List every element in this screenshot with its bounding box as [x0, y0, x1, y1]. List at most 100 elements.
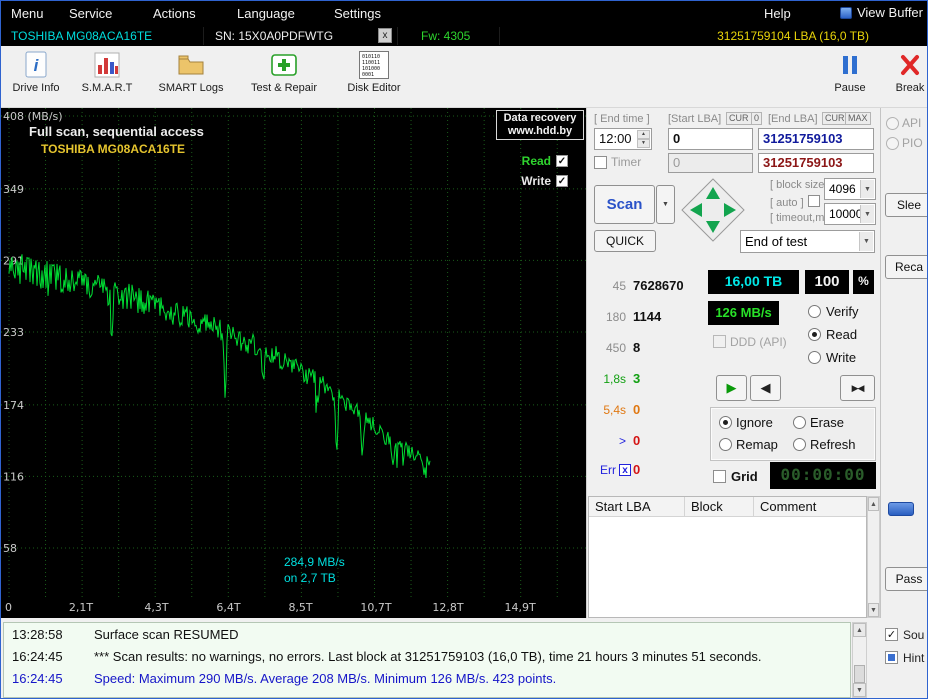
quick-button[interactable]: QUICK: [594, 230, 656, 252]
write-radio[interactable]: [808, 351, 821, 364]
start-lba-input[interactable]: 0: [668, 128, 753, 150]
pass-button[interactable]: Pass: [885, 567, 928, 591]
scan-button[interactable]: Scan: [594, 185, 655, 224]
menu-item-menu[interactable]: Menu: [11, 6, 44, 21]
hint-checkbox[interactable]: [885, 651, 898, 664]
end-lba-input[interactable]: 31251759103: [758, 128, 874, 150]
device-capacity: 31251759104 LBA (16,0 TB): [717, 29, 869, 43]
read-checkbox[interactable]: ✓: [556, 155, 568, 167]
menu-item-help[interactable]: Help: [764, 6, 791, 21]
disk-editor-button[interactable]: 010110 110011 101000 0001 Disk Editor: [339, 50, 409, 94]
remap-label: Remap: [736, 437, 778, 452]
end-lba-cur-button[interactable]: CUR: [822, 112, 848, 125]
chevron-down-icon[interactable]: ▼: [860, 205, 874, 223]
stat-label-err: Err: [589, 463, 616, 477]
chevron-down-icon[interactable]: ▼: [859, 232, 873, 251]
refresh-radio[interactable]: [793, 438, 806, 451]
timeout-value: 10000: [829, 207, 862, 221]
table-scrollbar[interactable]: ▲ ▼: [867, 496, 880, 618]
start-scan-button[interactable]: ▶: [716, 375, 747, 401]
pause-button[interactable]: Pause: [823, 50, 877, 94]
check-icon: ✓: [558, 156, 566, 167]
scroll-up-icon[interactable]: ▲: [853, 623, 866, 637]
log-panel[interactable]: 13:28:58 Surface scan RESUMED 16:24:45 *…: [3, 622, 851, 698]
column-header-start-lba[interactable]: Start LBA: [589, 497, 685, 517]
sleep-button[interactable]: Slee: [885, 193, 928, 217]
verify-radio[interactable]: [808, 305, 821, 318]
recal-button[interactable]: Reca: [885, 255, 928, 279]
elapsed-time-display: 00:00:00: [770, 462, 876, 489]
column-header-comment[interactable]: Comment: [754, 497, 866, 517]
err-x-icon: x: [619, 464, 631, 476]
separator: [499, 27, 500, 45]
timer-checkbox[interactable]: [594, 156, 607, 169]
timeout-select[interactable]: 10000 ▼: [824, 203, 876, 225]
defect-table[interactable]: Start LBA Block Comment: [588, 496, 867, 618]
smart-logs-button[interactable]: SMART Logs: [153, 50, 229, 94]
smart-icon: [94, 50, 120, 80]
scroll-up-icon[interactable]: ▲: [868, 497, 879, 511]
graph-subtitle: TOSHIBA MG08ACA16TE: [41, 142, 185, 156]
log-scrollbar[interactable]: ▲ ▼: [852, 622, 867, 698]
stat-label-1-8s: 1,8s: [589, 372, 626, 386]
sound-checkbox[interactable]: ✓: [885, 628, 898, 641]
end-lba-max-button[interactable]: MAX: [845, 112, 871, 125]
remap-radio[interactable]: [719, 438, 732, 451]
graph-title: Full scan, sequential access: [29, 124, 204, 139]
scan-dropdown-button[interactable]: ▼: [656, 185, 675, 224]
start-lba-cur-button[interactable]: CUR: [726, 112, 752, 125]
timer-label: Timer: [611, 155, 641, 169]
test-repair-button[interactable]: Test & Repair: [241, 50, 327, 94]
smart-button[interactable]: S.M.A.R.T: [75, 50, 139, 94]
block-size-select[interactable]: 4096 ▼: [824, 178, 876, 200]
drive-info-button[interactable]: i Drive Info: [5, 50, 67, 94]
legend-write-label: Write: [521, 174, 551, 188]
toolbar: i Drive Info S.M.A.R.T: [1, 46, 927, 108]
scrollbar-thumb[interactable]: [854, 665, 865, 683]
log-entry: 13:28:58 Surface scan RESUMED: [4, 627, 850, 645]
smart-logs-label: SMART Logs: [158, 82, 223, 94]
api-label: API: [902, 116, 921, 130]
ignore-radio[interactable]: [719, 416, 732, 429]
chevron-down-icon[interactable]: ▼: [860, 180, 874, 198]
menu-item-actions[interactable]: Actions: [153, 6, 196, 21]
scroll-down-icon[interactable]: ▼: [853, 683, 866, 697]
break-button[interactable]: Break: [887, 50, 928, 94]
grid-checkbox[interactable]: [713, 470, 726, 483]
menu-item-settings[interactable]: Settings: [334, 6, 381, 21]
write-checkbox[interactable]: ✓: [556, 175, 568, 187]
menu-item-service[interactable]: Service: [69, 6, 112, 21]
erase-radio[interactable]: [793, 416, 806, 429]
column-header-block[interactable]: Block: [685, 497, 754, 517]
stat-label-180: 180: [589, 310, 626, 324]
spin-down-button[interactable]: ▼: [637, 139, 650, 148]
device-close-button[interactable]: x: [378, 28, 392, 43]
dpad-control[interactable]: [680, 177, 746, 243]
first-aid-icon: [270, 50, 298, 80]
end-of-test-value: End of test: [745, 234, 807, 249]
device-serial: SN: 15X0A0PDFWTG: [215, 29, 333, 43]
reverse-button[interactable]: ◀: [750, 375, 781, 401]
read-radio[interactable]: [808, 328, 821, 341]
api-radio: [886, 117, 899, 130]
recal-label: Reca: [895, 260, 923, 274]
device-model[interactable]: TOSHIBA MG08ACA16TE: [11, 29, 152, 43]
start-lba-zero-button[interactable]: 0: [751, 112, 762, 125]
to-start-button[interactable]: ▶◀: [840, 375, 875, 401]
refresh-label: Refresh: [810, 437, 856, 452]
ddd-label: DDD (API): [730, 335, 787, 349]
percent-sign-display: %: [853, 270, 874, 294]
auto-checkbox[interactable]: [808, 195, 820, 207]
end-of-test-select[interactable]: End of test ▼: [740, 230, 875, 253]
pio-radio: [886, 137, 899, 150]
indicator-badge: [888, 502, 914, 516]
scroll-down-icon[interactable]: ▼: [868, 603, 879, 617]
svg-text:58: 58: [3, 542, 17, 555]
menu-item-language[interactable]: Language: [237, 6, 295, 21]
view-buffer-button[interactable]: View Buffer: [840, 5, 923, 20]
end-time-input[interactable]: 12:00 ▲ ▼: [594, 128, 652, 150]
spin-up-button[interactable]: ▲: [637, 130, 650, 139]
readout-position: on 2,7 TB: [284, 570, 345, 586]
stat-value-180: 1144: [633, 309, 661, 324]
svg-text:0: 0: [5, 601, 12, 614]
